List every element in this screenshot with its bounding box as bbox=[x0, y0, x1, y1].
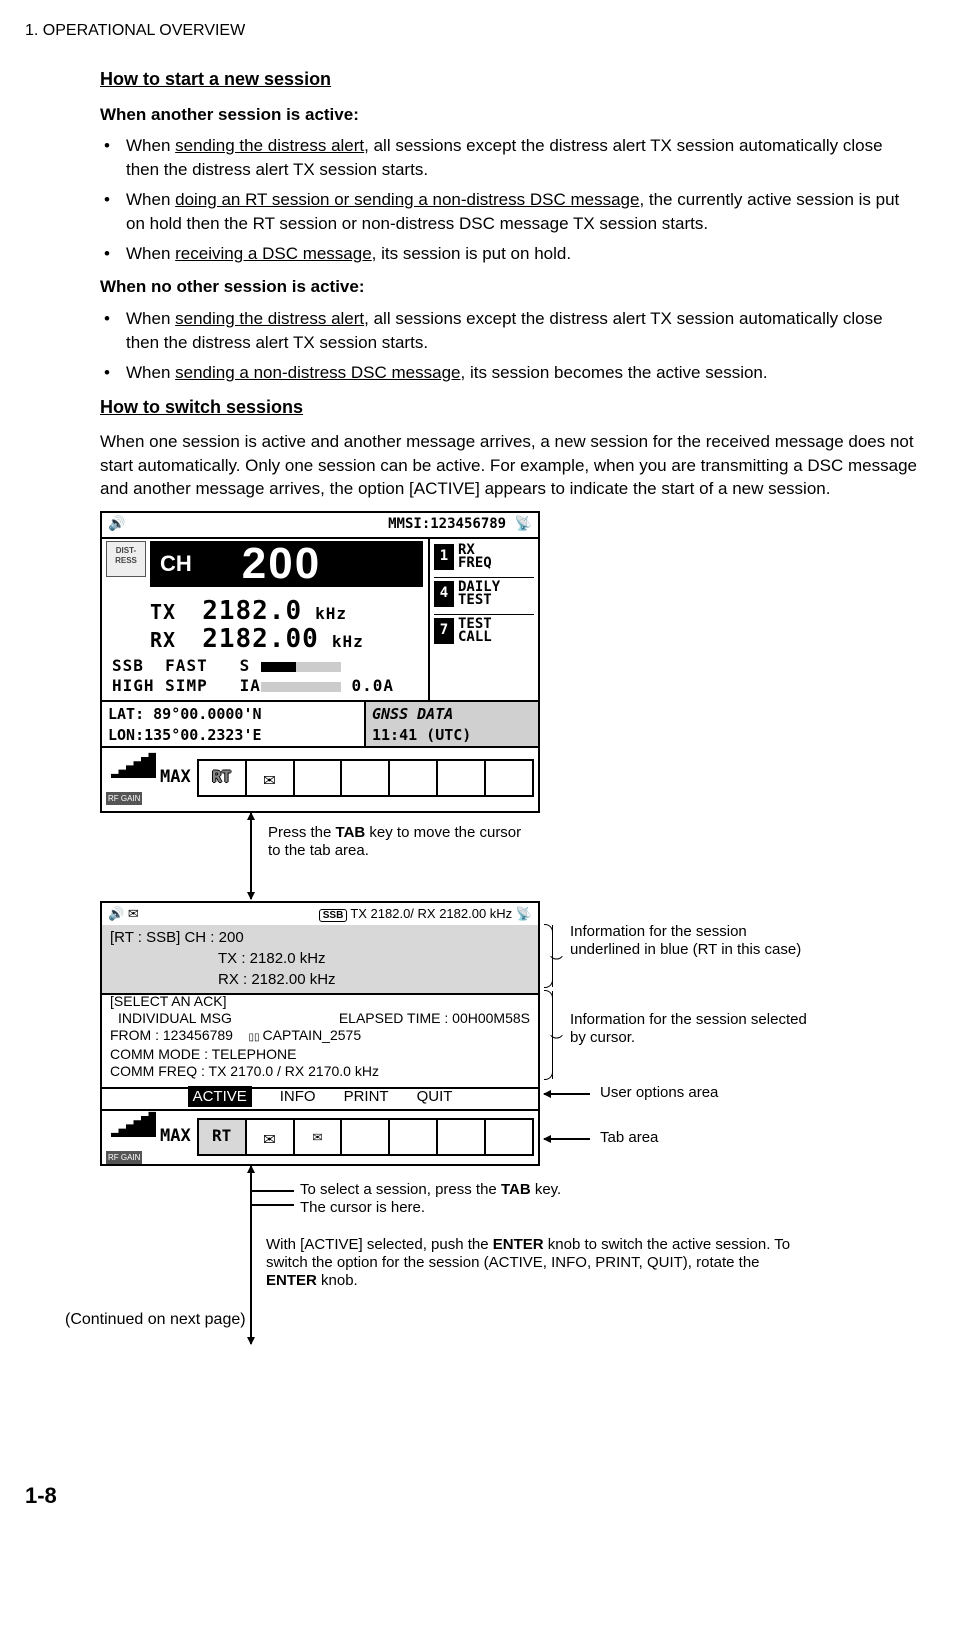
heading-switch-sessions: How to switch sessions bbox=[100, 395, 917, 420]
signal-stair-icon bbox=[106, 750, 156, 778]
menu-item[interactable]: 4DAILY TEST bbox=[434, 577, 534, 610]
subhead-active: When another session is active: bbox=[100, 103, 917, 127]
tab-empty[interactable] bbox=[342, 1120, 390, 1154]
menu-item[interactable]: 7TEST CALL bbox=[434, 614, 534, 647]
tab-rt[interactable]: RT bbox=[199, 761, 247, 795]
paragraph: When one session is active and another m… bbox=[100, 430, 917, 501]
subhead-noactive: When no other session is active: bbox=[100, 275, 917, 299]
list-active: When sending the distress alert, all ses… bbox=[100, 134, 917, 265]
callout-tab-area: Tab area bbox=[600, 1129, 658, 1147]
tab-rt[interactable]: RT bbox=[199, 1120, 247, 1154]
tab-empty[interactable] bbox=[342, 761, 390, 795]
brace-icon bbox=[544, 925, 553, 987]
page-number: 1-8 bbox=[25, 1481, 947, 1512]
speaker-icon: 🔊 bbox=[108, 906, 124, 921]
bottom-bar: RF GAIN MAX RT ✉ bbox=[102, 1109, 538, 1164]
envelope-icon bbox=[264, 1123, 276, 1151]
option-active[interactable]: ACTIVE bbox=[188, 1086, 252, 1107]
figure: 🔊 MMSI:123456789 📡 DIST-RESS CH 200 TX 2… bbox=[100, 511, 920, 1451]
tab-empty[interactable] bbox=[486, 1120, 532, 1154]
speaker-icon: 🔊 bbox=[108, 515, 125, 535]
arrow-h bbox=[250, 1204, 294, 1206]
ch-value: 200 bbox=[242, 533, 321, 595]
status-bar: 🔊 ✉ SSBTX 2182.0/ RX 2182.00 kHz 📡 bbox=[102, 903, 538, 927]
menu-item[interactable]: 1RX FREQ bbox=[434, 541, 534, 573]
ssb-badge: SSB bbox=[319, 909, 348, 922]
max-label: MAX bbox=[160, 1125, 191, 1149]
screen-top: 🔊 MMSI:123456789 📡 DIST-RESS CH 200 TX 2… bbox=[100, 511, 540, 813]
tab-empty[interactable] bbox=[438, 1120, 486, 1154]
list-item: When doing an RT session or sending a no… bbox=[100, 188, 917, 236]
callout-select-session: To select a session, press the TAB key. … bbox=[300, 1181, 580, 1217]
arrow-h bbox=[544, 1093, 590, 1095]
tab-area[interactable]: RT bbox=[197, 759, 534, 797]
arrow-vertical bbox=[250, 813, 252, 899]
arrow-h bbox=[250, 1190, 294, 1192]
tab-mail[interactable] bbox=[247, 1120, 295, 1154]
callout-user-options: User options area bbox=[600, 1084, 718, 1102]
arrow-h bbox=[544, 1138, 590, 1140]
rt-info-panel: [RT : SSB] CH : 200 TX : 2182.0 kHz RX :… bbox=[102, 925, 538, 995]
arrow-v-long bbox=[250, 1204, 252, 1344]
tab-area[interactable]: RT ✉ bbox=[197, 1118, 534, 1156]
arrow-v bbox=[250, 1166, 252, 1204]
tab-empty[interactable] bbox=[438, 761, 486, 795]
tab-empty[interactable] bbox=[486, 761, 532, 795]
option-print[interactable]: PRINT bbox=[344, 1086, 389, 1107]
callout-cursor-info: Information for the session selected by … bbox=[570, 1011, 810, 1047]
continued-note: (Continued on next page) bbox=[65, 1311, 246, 1329]
envelope-icon: ✉ bbox=[128, 906, 139, 921]
antenna-icon: 📡 bbox=[516, 906, 532, 921]
option-info[interactable]: INFO bbox=[280, 1086, 316, 1107]
bottom-bar: RF GAIN MAX RT bbox=[102, 744, 538, 811]
rf-gain-badge: RF GAIN bbox=[106, 792, 142, 805]
book-icon bbox=[249, 1027, 263, 1043]
channel-block: CH 200 bbox=[150, 541, 423, 587]
ch-label: CH bbox=[160, 549, 192, 580]
callout-tab-key: Press the TAB key to move the cursor to … bbox=[268, 824, 528, 860]
page-header: 1. OPERATIONAL OVERVIEW bbox=[25, 20, 947, 42]
heading-start-session: How to start a new session bbox=[100, 67, 917, 92]
signal-stair-icon bbox=[106, 1109, 156, 1137]
list-noactive: When sending the distress alert, all ses… bbox=[100, 307, 917, 384]
envelope-icon: ✉ bbox=[313, 1125, 323, 1147]
tab-mail-dark[interactable]: ✉ bbox=[295, 1120, 343, 1154]
signal-bars-icon bbox=[261, 682, 341, 692]
list-item: When sending the distress alert, all ses… bbox=[100, 134, 917, 182]
callout-rt-info: Information for the session underlined i… bbox=[570, 923, 810, 959]
distress-badge: DIST-RESS bbox=[106, 541, 146, 577]
mmsi: MMSI:123456789 bbox=[388, 516, 506, 532]
tab-empty[interactable] bbox=[390, 1120, 438, 1154]
tab-mail[interactable] bbox=[247, 761, 295, 795]
list-item: When sending a non-distress DSC message,… bbox=[100, 361, 917, 385]
screen-bottom: 🔊 ✉ SSBTX 2182.0/ RX 2182.00 kHz 📡 [RT :… bbox=[100, 901, 540, 1166]
status-row-2: HIGH SIMP IA 0.0A bbox=[112, 675, 394, 697]
max-label: MAX bbox=[160, 766, 191, 790]
ack-panel: [SELECT AN ACK] INDIVIDUAL MSGELAPSED TI… bbox=[102, 991, 538, 1089]
menu-column: 1RX FREQ 4DAILY TEST 7TEST CALL bbox=[428, 537, 538, 700]
user-options-area: ACTIVE INFO PRINT QUIT bbox=[102, 1083, 538, 1111]
tab-empty[interactable] bbox=[295, 761, 343, 795]
gnss-bar: LAT: 89°00.0000'NLON:135°00.2323'E GNSS … bbox=[102, 700, 538, 748]
signal-bars-icon bbox=[261, 662, 341, 672]
option-quit[interactable]: QUIT bbox=[417, 1086, 453, 1107]
tab-empty[interactable] bbox=[390, 761, 438, 795]
rf-gain-badge: RF GAIN bbox=[106, 1151, 142, 1164]
rx-row: RX 2182.00 kHz bbox=[150, 621, 364, 657]
envelope-icon bbox=[264, 764, 276, 792]
callout-enter-knob: With [ACTIVE] selected, push the ENTER k… bbox=[266, 1236, 796, 1290]
list-item: When sending the distress alert, all ses… bbox=[100, 307, 917, 355]
antenna-icon: 📡 bbox=[515, 516, 532, 532]
brace-icon bbox=[544, 991, 553, 1079]
list-item: When receiving a DSC message, its sessio… bbox=[100, 242, 917, 266]
